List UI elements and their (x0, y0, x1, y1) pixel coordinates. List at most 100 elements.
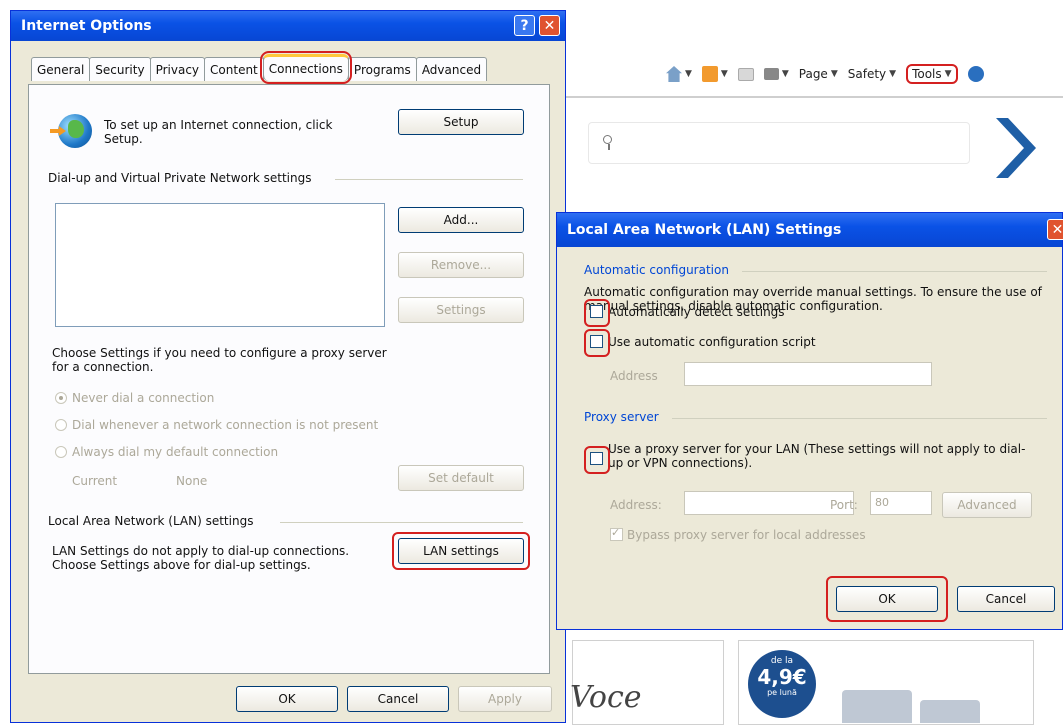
script-address-input[interactable] (684, 362, 932, 386)
tools-menu-label: Tools (912, 67, 942, 81)
group-divider (742, 271, 1047, 272)
close-button[interactable]: ✕ (539, 15, 560, 36)
radio-always-dial-label: Always dial my default connection (72, 445, 279, 459)
chevron-down-icon: ▼ (720, 69, 728, 79)
tab-label: Privacy (155, 62, 200, 77)
lan-group-label: Local Area Network (LAN) settings (48, 514, 254, 528)
settings-button[interactable]: Settings (398, 297, 524, 323)
tab-label: Connections (268, 62, 343, 76)
toolbar-divider (566, 96, 1063, 98)
tab-programs[interactable]: Programs (347, 57, 417, 81)
setup-button[interactable]: Setup (398, 109, 524, 135)
mail-button[interactable] (737, 67, 754, 81)
proxy-port-input[interactable]: 80 (870, 491, 932, 515)
current-label: Current (72, 474, 118, 488)
help-button[interactable]: ? (514, 15, 535, 36)
highlight-ring (584, 329, 610, 357)
tab-label: Security (95, 62, 145, 77)
print-button[interactable]: ▼ (763, 68, 789, 80)
proxy-port-label: Port: (830, 498, 858, 512)
group-divider (280, 522, 523, 523)
page-menu[interactable]: Page ▼ (799, 67, 838, 81)
site-logo-text: Voce (570, 680, 642, 715)
remove-button[interactable]: Remove... (398, 252, 524, 278)
lan-cancel-button[interactable]: Cancel (957, 586, 1055, 612)
rss-icon (701, 66, 718, 82)
tab-label: Programs (353, 62, 411, 77)
chevron-down-icon: ▼ (781, 69, 789, 79)
title-bar[interactable]: Internet Options ? ✕ (11, 11, 565, 41)
tab-label: Advanced (421, 62, 482, 77)
mail-icon (737, 67, 754, 81)
dialup-group-label: Dial-up and Virtual Private Network sett… (48, 171, 312, 185)
bypass-local-checkbox[interactable] (610, 526, 623, 541)
apply-button[interactable]: Apply (458, 686, 552, 712)
advanced-button[interactable]: Advanced (942, 492, 1032, 518)
add-button[interactable]: Add... (398, 207, 524, 233)
close-button[interactable]: ✕ (1047, 219, 1063, 240)
set-default-button[interactable]: Set default (398, 465, 524, 491)
tab-label: General (37, 62, 85, 77)
proxy-address-input[interactable] (684, 491, 854, 515)
highlight-ring (392, 532, 530, 570)
radio-always-dial[interactable] (55, 446, 67, 458)
group-divider (672, 418, 1047, 419)
auto-config-group-label: Automatic configuration (584, 263, 729, 277)
ok-button[interactable]: OK (236, 686, 338, 712)
cancel-button[interactable]: Cancel (347, 686, 449, 712)
highlight-ring (826, 576, 948, 622)
product-image (920, 700, 980, 723)
proxy-address-label: Address: (610, 498, 662, 512)
proxy-group-label: Proxy server (584, 410, 659, 424)
chevron-down-icon: ▼ (889, 69, 897, 79)
search-icon (603, 135, 612, 150)
page-menu-label: Page (798, 67, 828, 81)
highlight-ring (584, 299, 610, 327)
tab-content[interactable]: Content (204, 57, 264, 81)
dialog-title: Local Area Network (LAN) Settings (567, 222, 842, 238)
chevron-down-icon: ▼ (830, 69, 838, 79)
highlight-ring (584, 446, 610, 474)
tab-connections[interactable]: Connections (259, 51, 352, 84)
radio-dial-whenever-label: Dial whenever a network connection is no… (72, 418, 379, 432)
radio-never-dial-label: Never dial a connection (72, 391, 215, 405)
price-value: 4,9€ (757, 665, 807, 689)
network-globe-icon (58, 114, 92, 148)
browser-command-bar: ▼ ▼ ▼ Page ▼ Safety ▼ Tools ▼ (566, 52, 1063, 96)
product-image (842, 690, 912, 723)
group-divider (335, 179, 523, 180)
tab-label: Content (210, 62, 258, 77)
proxy-hint: Choose Settings if you need to configure… (52, 346, 387, 374)
script-address-label: Address (610, 369, 658, 383)
tab-advanced[interactable]: Advanced (415, 57, 488, 81)
bypass-local-label: Bypass proxy server for local addresses (627, 528, 866, 542)
feeds-button[interactable]: ▼ (701, 66, 728, 82)
auto-detect-label: Automatically detect settings (608, 305, 785, 319)
tab-security[interactable]: Security (89, 57, 151, 81)
radio-never-dial[interactable] (55, 392, 67, 404)
printer-icon (763, 68, 779, 80)
radio-dial-whenever[interactable] (55, 419, 67, 431)
tools-menu[interactable]: Tools ▼ (906, 64, 958, 84)
lan-note: LAN Settings do not apply to dial-up con… (52, 544, 350, 572)
tab-strip: General Security Privacy Content Connect… (31, 51, 488, 84)
chevron-down-icon: ▼ (685, 69, 692, 79)
chevron-down-icon: ▼ (944, 69, 952, 79)
safety-menu[interactable]: Safety ▼ (848, 67, 896, 81)
home-button[interactable]: ▼ (666, 66, 692, 82)
current-value: None (176, 474, 208, 488)
tab-privacy[interactable]: Privacy (149, 57, 206, 81)
help-globe-icon (967, 66, 984, 82)
title-bar[interactable]: Local Area Network (LAN) Settings ✕ (557, 213, 1063, 247)
tab-general[interactable]: General (31, 57, 91, 81)
connections-list[interactable] (55, 203, 385, 327)
home-icon (666, 66, 682, 82)
auto-script-label: Use automatic configuration script (608, 335, 816, 349)
next-arrow-icon[interactable] (996, 118, 1036, 178)
price-badge: de la 4,9€ pe lună (748, 650, 816, 718)
setup-instruction: To set up an Internet connection, click … (104, 118, 333, 146)
safety-menu-label: Safety (847, 67, 887, 81)
help-button[interactable] (967, 66, 984, 82)
page-search-box[interactable] (588, 122, 970, 164)
dialog-title: Internet Options (21, 18, 152, 34)
